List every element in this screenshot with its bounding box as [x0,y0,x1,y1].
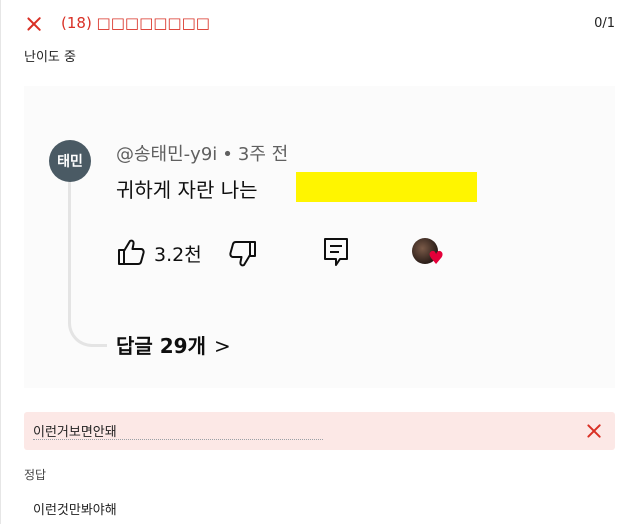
replies-link[interactable]: 답글 29개 > [116,330,231,359]
comment-text: 귀하게 자란 나는 [116,178,258,202]
thread-connector [68,180,107,347]
comment-author: @송태민-y9i [116,144,218,165]
chevron-right-icon: > [214,334,231,358]
thumbs-up-icon[interactable] [116,238,146,270]
meta-separator-dot: • [222,144,233,165]
like-count: 3.2천 [154,244,202,266]
correct-answer: 이런것만봐야해 [33,503,117,518]
replies-label: 답글 29개 [116,334,206,358]
left-border [0,0,1,524]
correct-answer-label: 정답 [24,468,47,482]
comment-meta: @송태민-y9i • 3주 전 [116,140,288,166]
yellow-redaction [296,172,477,202]
answer-input[interactable]: 이런거보면안돼 [33,421,323,440]
wrong-answer-icon [585,422,603,440]
difficulty-label: 난이도 중 [24,50,76,65]
reply-icon[interactable] [322,236,350,272]
question-progress: 0/1 [594,16,615,31]
answer-box: 이런거보면안돼 [24,412,615,450]
comment-time: 3주 전 [237,144,289,165]
heart-icon: ♥ [428,248,445,269]
avatar: 태민 [49,140,91,182]
creator-heart-badge: ♥ [412,236,446,270]
close-icon[interactable] [24,14,44,34]
comment-screenshot: 태민 @송태민-y9i • 3주 전 귀하게 자란 나는 3.2천 ♥ 답글 2… [24,86,615,388]
question-title: (18) □□□□□□□□ [61,14,210,32]
thumbs-down-icon[interactable] [228,240,258,272]
question-header: (18) □□□□□□□□ 0/1 [24,12,615,38]
